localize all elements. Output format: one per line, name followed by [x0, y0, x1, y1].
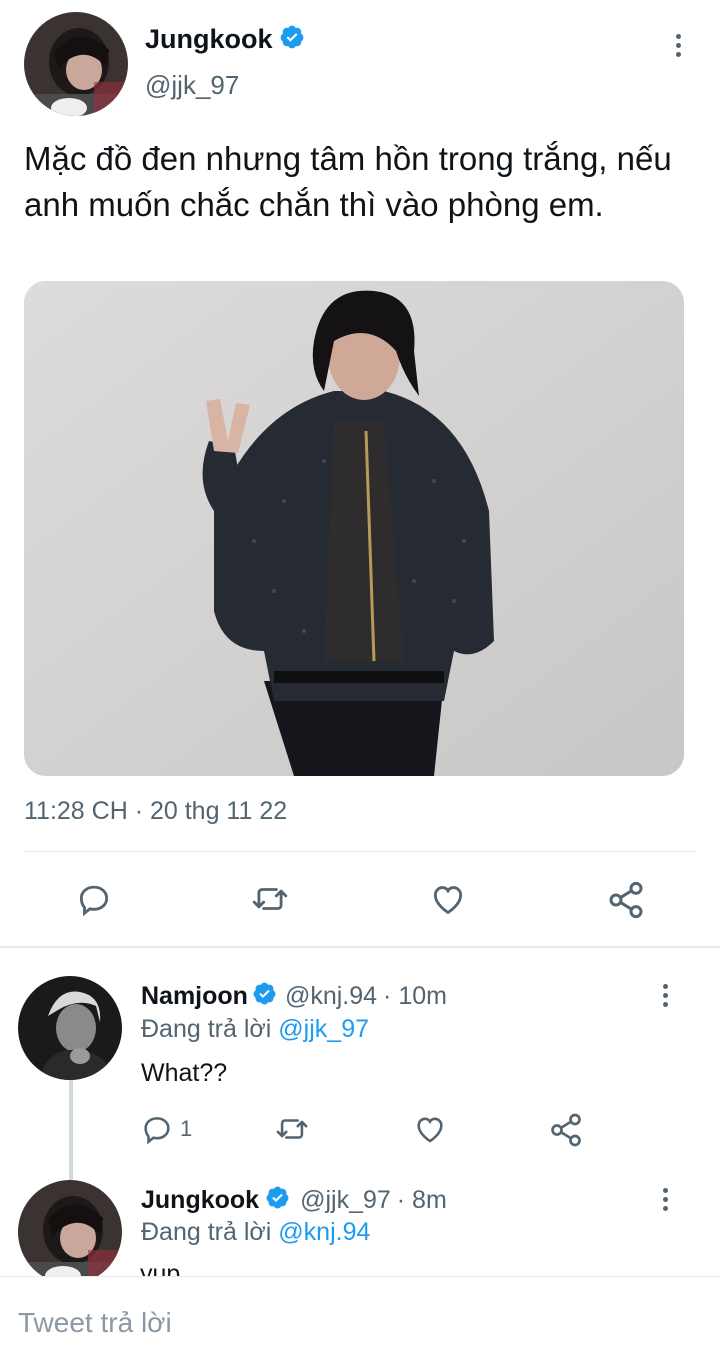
reply-name-row: Jungkook @jjk_97 · 8m: [141, 1185, 447, 1215]
reply-input-placeholder[interactable]: Tweet trả lời: [18, 1307, 172, 1339]
tweet-photo[interactable]: [24, 281, 684, 776]
reply-author-handle[interactable]: @jjk_97: [300, 1186, 391, 1215]
share-button[interactable]: [548, 1112, 584, 1148]
share-button[interactable]: [606, 880, 646, 920]
retweet-icon: [252, 888, 288, 910]
reply-button[interactable]: 1: [140, 1112, 192, 1146]
reply-author-handle[interactable]: @knj.94: [285, 982, 377, 1011]
divider: [24, 851, 696, 852]
verified-badge-icon: [252, 981, 277, 1011]
replying-prefix: Đang trả lời: [141, 1218, 272, 1246]
author-name-row: Jungkook: [145, 24, 305, 55]
retweet-button[interactable]: [250, 880, 290, 918]
reply-avatar[interactable]: [18, 1180, 122, 1284]
replying-to-link[interactable]: @knj.94: [278, 1218, 370, 1246]
tweet-text: Mặc đồ đen nhưng tâm hồn trong trắng, nế…: [24, 140, 672, 223]
reply-author-name[interactable]: Namjoon: [141, 982, 248, 1011]
thread-line: [69, 1080, 73, 1180]
author-avatar[interactable]: [24, 12, 128, 116]
share-icon: [551, 1113, 581, 1147]
tweet-timestamp: 11:28 CH · 20 thg 11 22: [24, 797, 288, 825]
retweet-button[interactable]: [274, 1112, 310, 1146]
like-button[interactable]: [412, 1112, 448, 1146]
reply-composer[interactable]: Tweet trả lời: [0, 1276, 720, 1363]
retweet-icon: [276, 1119, 308, 1139]
reply-count: 1: [180, 1116, 193, 1141]
reply-time: · 10m: [383, 981, 447, 1010]
like-icon: [417, 1117, 443, 1143]
reply-icon: [144, 1117, 170, 1145]
replying-to: Đang trả lời @knj.94: [141, 1218, 370, 1247]
like-icon: [433, 886, 463, 915]
author-name[interactable]: Jungkook: [145, 24, 273, 55]
reply-name-row: Namjoon @knj.94 · 10m: [141, 981, 447, 1011]
author-handle[interactable]: @jjk_97: [145, 70, 239, 101]
more-options-icon[interactable]: [653, 1184, 677, 1214]
like-button[interactable]: [428, 880, 468, 918]
reply-author-name[interactable]: Jungkook: [141, 1186, 259, 1215]
more-options-icon[interactable]: [666, 30, 690, 60]
replying-to: Đang trả lời @jjk_97: [141, 1015, 369, 1044]
replying-to-link[interactable]: @jjk_97: [278, 1015, 369, 1043]
reply-text: What??: [141, 1059, 228, 1087]
reply-button[interactable]: [75, 880, 113, 918]
verified-badge-icon: [265, 1185, 290, 1215]
reply-text: yup: [140, 1262, 181, 1276]
reply-avatar[interactable]: [18, 976, 122, 1080]
replying-prefix: Đang trả lời: [141, 1015, 272, 1043]
more-options-icon[interactable]: [653, 980, 677, 1010]
section-divider: [0, 946, 720, 948]
reply-icon: [79, 885, 109, 917]
share-icon: [609, 881, 643, 919]
verified-badge-icon: [279, 24, 305, 55]
person-photo-icon: [24, 281, 684, 776]
reply-time: · 8m: [396, 1185, 447, 1214]
